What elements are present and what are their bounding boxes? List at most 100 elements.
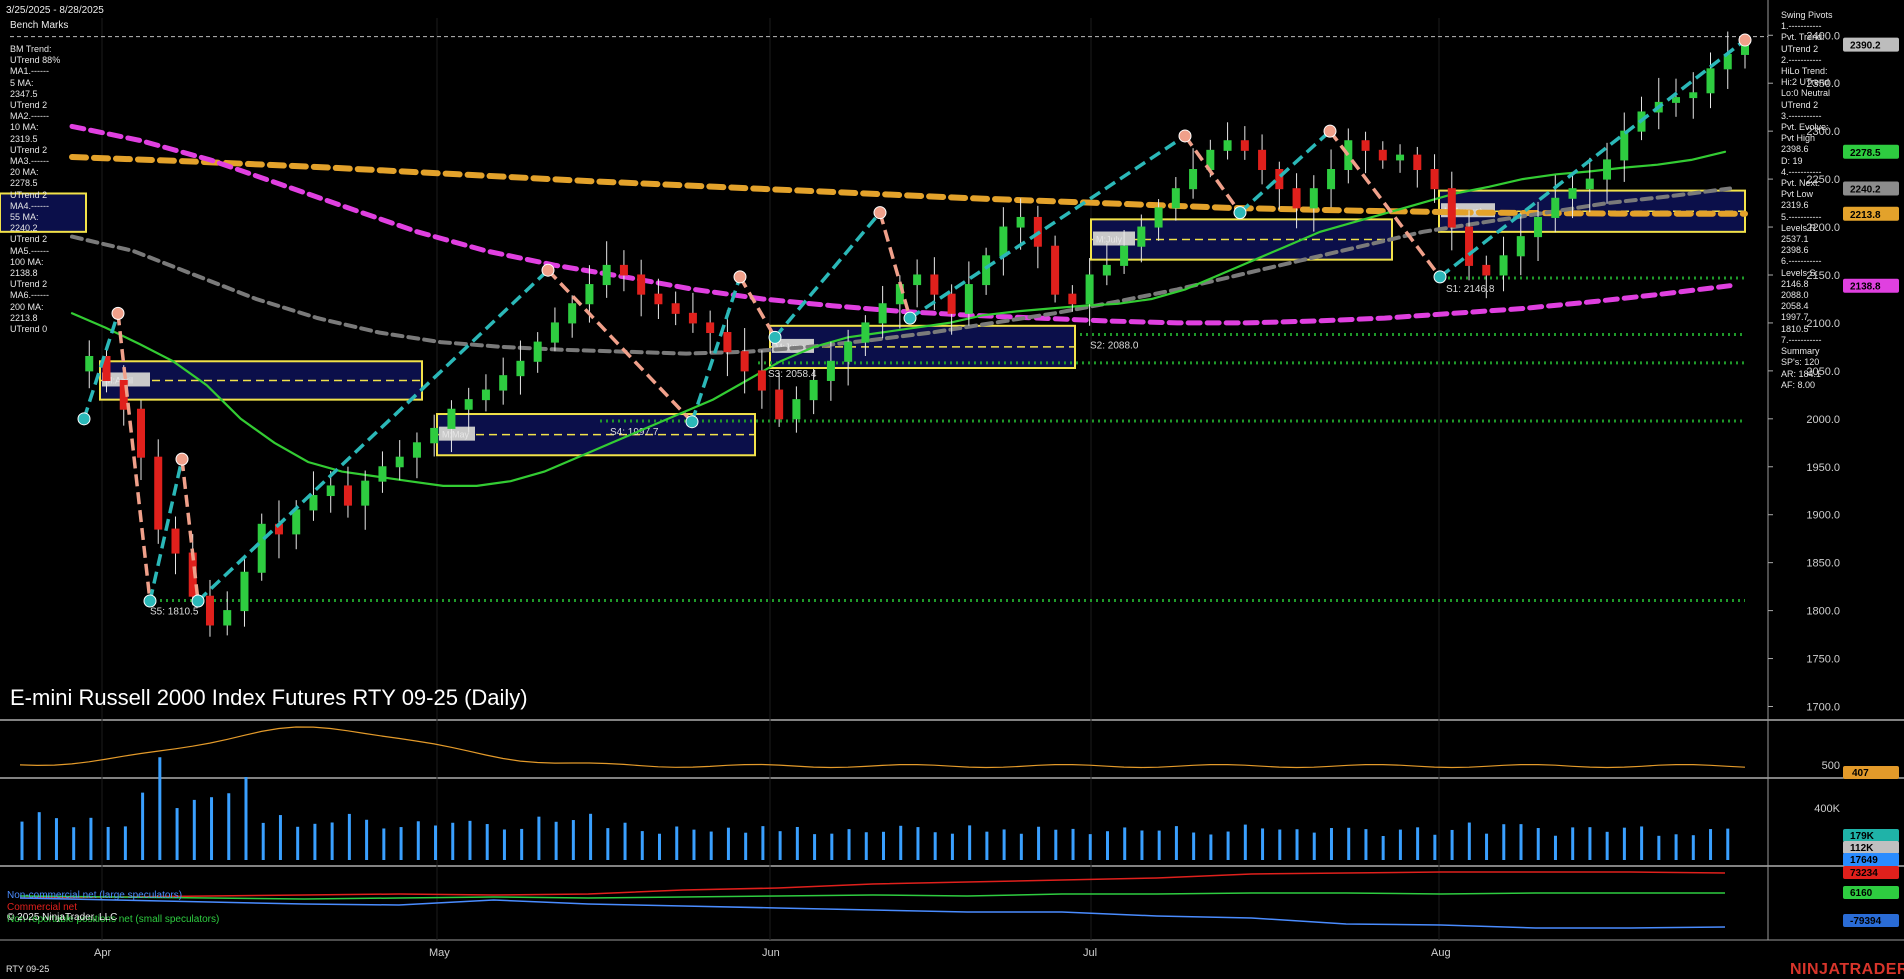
month-label: May bbox=[429, 947, 450, 959]
copyright: © 2025 NinjaTrader, LLC bbox=[7, 912, 118, 923]
candle-body bbox=[1499, 255, 1508, 276]
swing-down-leg bbox=[116, 313, 152, 602]
candle-body bbox=[585, 284, 594, 305]
candle-body bbox=[637, 274, 646, 295]
volume-marker-label: 112K bbox=[1850, 843, 1874, 854]
swing-pivot-line: Levels R: bbox=[1781, 222, 1819, 233]
swing-pivot-dot bbox=[1738, 33, 1752, 47]
atr-marker-label: 407 bbox=[1852, 768, 1869, 779]
benchmark-line: MA1.------ bbox=[10, 66, 49, 77]
candle-body bbox=[619, 264, 628, 276]
candle-body bbox=[309, 495, 318, 511]
swing-pivot-line: 2319.6 bbox=[1781, 200, 1809, 211]
atr-line bbox=[19, 726, 1746, 769]
symbol-footer: RTY 09-25 bbox=[6, 964, 49, 974]
benchmark-line: MA2.------ bbox=[10, 111, 49, 122]
swing-pivot-line: 3.----------- bbox=[1781, 110, 1822, 121]
benchmark-line: MA6.------ bbox=[10, 290, 49, 301]
volume-tick-label: 400K bbox=[1814, 803, 1840, 815]
candle-body bbox=[1154, 207, 1163, 228]
benchmark-line: 2319.5 bbox=[10, 133, 38, 144]
swing-pivot-dot bbox=[175, 452, 189, 466]
candle-body bbox=[412, 442, 421, 458]
candle-body bbox=[499, 375, 508, 391]
candle-body bbox=[1171, 188, 1180, 209]
benchmark-line: UTrend 2 bbox=[10, 189, 48, 200]
candle-body bbox=[775, 389, 784, 420]
price-tick-label: 1800.0 bbox=[1806, 606, 1840, 618]
candle-body bbox=[723, 332, 732, 353]
price-tick-label: 1850.0 bbox=[1806, 558, 1840, 570]
price-chart[interactable]: M:AprilM:MayM:JuneM:JulyM:August S1: 214… bbox=[0, 0, 1904, 979]
benchmark-line: BM Trend: bbox=[10, 44, 52, 54]
candle-body bbox=[447, 408, 456, 429]
month-label: Aug bbox=[1431, 947, 1451, 959]
candle-body bbox=[1689, 92, 1698, 99]
candle-body bbox=[757, 370, 766, 391]
swing-down-leg bbox=[546, 268, 694, 423]
benchmark-line: 2240.2 bbox=[10, 223, 38, 234]
benchmarks-heading: Bench Marks bbox=[10, 20, 69, 31]
swing-pivot-line: 1997.7 bbox=[1781, 312, 1809, 323]
swing-pivot-dot bbox=[768, 330, 782, 344]
benchmark-line: UTrend 2 bbox=[10, 234, 48, 245]
time-axis[interactable]: Apr May Jun Jul Aug bbox=[94, 947, 1451, 959]
candle-body bbox=[1361, 140, 1370, 151]
swing-pivot-line: Pvt. Evolve: bbox=[1781, 122, 1829, 133]
candle-body bbox=[1292, 188, 1301, 209]
candle-body bbox=[1068, 293, 1077, 305]
candle-body bbox=[1275, 169, 1284, 190]
candle-body bbox=[1189, 169, 1198, 190]
candle-body bbox=[464, 399, 473, 410]
swing-up-leg bbox=[690, 276, 742, 423]
support-label: S5: 1810.5 bbox=[150, 607, 199, 618]
benchmark-line: 2278.5 bbox=[10, 178, 38, 189]
candle-body bbox=[1465, 226, 1474, 266]
candle-body bbox=[999, 226, 1008, 257]
candle-body bbox=[654, 293, 663, 305]
benchmark-line: UTrend 88% bbox=[10, 55, 61, 66]
atr-tick-label: 500 bbox=[1822, 760, 1840, 772]
candle-body bbox=[1534, 216, 1543, 238]
swing-pivot-dot bbox=[903, 311, 917, 325]
chart-grid bbox=[0, 0, 1904, 941]
swing-pivot-line: Pvt High bbox=[1781, 133, 1816, 144]
benchmark-line: 2213.8 bbox=[10, 312, 38, 323]
candle-body bbox=[205, 595, 214, 626]
benchmark-line: UTrend 2 bbox=[10, 279, 48, 290]
candle-body bbox=[257, 523, 266, 573]
swing-pivot-line: Swing Pivots bbox=[1781, 10, 1833, 20]
benchmark-line: 100 MA: bbox=[10, 256, 44, 267]
price-tick-label: 1700.0 bbox=[1806, 701, 1840, 713]
candle-body bbox=[1430, 169, 1439, 190]
candle-body bbox=[1309, 188, 1318, 209]
benchmark-line: MA3.------ bbox=[10, 156, 49, 167]
candle-body bbox=[913, 274, 922, 286]
swing-pivot-line: 2398.6 bbox=[1781, 245, 1809, 256]
swing-pivot-dot bbox=[111, 306, 125, 320]
swing-pivot-dot bbox=[1323, 124, 1337, 138]
price-tick-label: 1950.0 bbox=[1806, 462, 1840, 474]
candle-body bbox=[481, 389, 490, 401]
price-marker-label: 2138.8 bbox=[1850, 282, 1881, 293]
swing-pivot-dot bbox=[1233, 206, 1247, 220]
swing-pivot-line: 2537.1 bbox=[1781, 234, 1809, 245]
support-label: S2: 2088.0 bbox=[1090, 340, 1139, 351]
candle-body bbox=[292, 509, 301, 535]
price-tick-label: 1750.0 bbox=[1806, 654, 1840, 666]
swing-pivot-line: AR: 184.1 bbox=[1781, 368, 1822, 379]
swing-pivot-line: Lo:0 Neutral bbox=[1781, 88, 1831, 99]
indicator-panels: 407 500 400K 179K112K17649 73234 6160 -79394 bbox=[19, 726, 1899, 929]
candle-body bbox=[844, 341, 853, 362]
swing-down-leg bbox=[878, 212, 912, 319]
swing-pivot-line: 2058.4 bbox=[1781, 301, 1809, 312]
candle-body bbox=[361, 480, 370, 506]
swing-pivot-line: Hi:2 UTrend bbox=[1781, 77, 1830, 88]
candle-body bbox=[1102, 264, 1111, 276]
swing-pivot-line: 1810.5 bbox=[1781, 323, 1809, 334]
price-marker-label: 2390.2 bbox=[1850, 41, 1881, 52]
price-tick-label: 2000.0 bbox=[1806, 414, 1840, 426]
candle-body bbox=[1396, 154, 1405, 161]
cot-legend-noncommercial: Non-commercial net (large speculators) bbox=[7, 890, 183, 901]
candle-body bbox=[1223, 140, 1232, 151]
